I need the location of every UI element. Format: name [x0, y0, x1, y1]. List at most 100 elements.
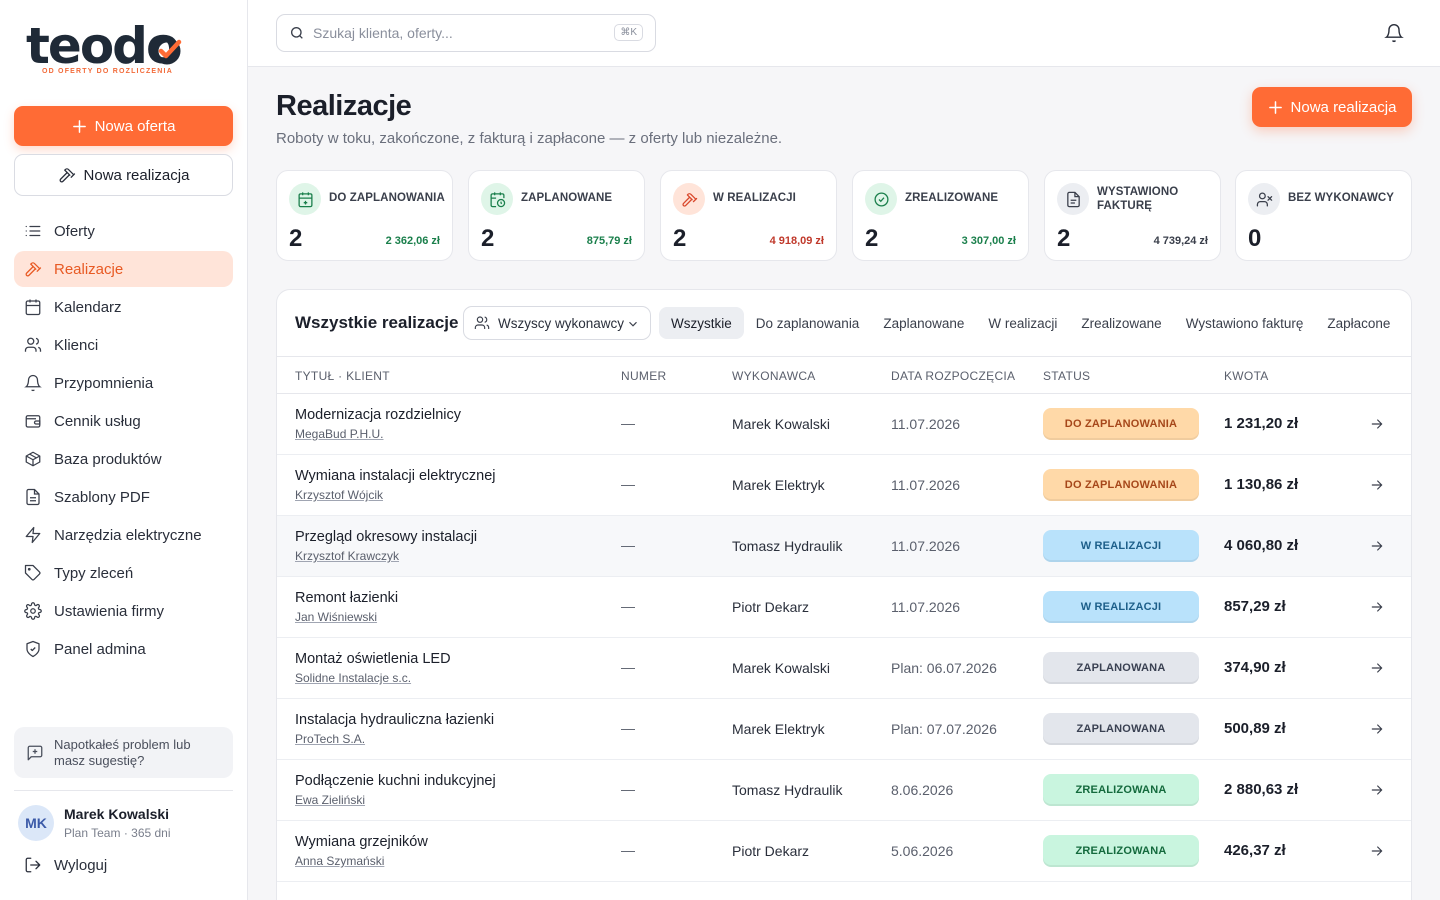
row-executor: Marek Elektryk — [732, 477, 825, 493]
stat-card-invoiced[interactable]: WYSTAWIONO FAKTURĘ 2 4 739,24 zł — [1044, 170, 1221, 261]
status-badge[interactable]: DO ZAPLANOWANIA — [1043, 469, 1199, 501]
topbar: Szukaj klienta, oferty... ⌘K — [248, 0, 1440, 67]
column-status[interactable]: STATUS — [1043, 369, 1090, 383]
row-client-link[interactable]: Krzysztof Krawczyk — [295, 549, 399, 563]
table-row[interactable]: Podłączenie kuchni indukcyjnej Ewa Zieliń… — [277, 760, 1411, 821]
row-client-link[interactable]: Solidne Instalacje s.c. — [295, 671, 411, 685]
stat-amount: 4 918,09 zł — [769, 235, 824, 247]
arrow-right-icon[interactable] — [1369, 721, 1385, 737]
row-title[interactable]: Montaż oświetlenia LED — [295, 651, 451, 667]
table-title: Wszystkie realizacje — [295, 313, 459, 332]
status-badge[interactable]: ZREALIZOWANA — [1043, 835, 1199, 867]
sidebar-item-clients[interactable]: Klienci — [14, 327, 233, 363]
stat-card-in-progress[interactable]: W REALIZACJI 2 4 918,09 zł — [660, 170, 837, 261]
sidebar-item-realizations[interactable]: Realizacje — [14, 251, 233, 287]
search-input[interactable]: Szukaj klienta, oferty... ⌘K — [276, 14, 656, 52]
sidebar-item-offers[interactable]: Oferty — [14, 213, 233, 249]
status-badge[interactable]: ZAPLANOWANA — [1043, 713, 1199, 745]
row-client-link[interactable]: Jan Wiśniewski — [295, 610, 377, 624]
table-row[interactable]: Instalacja hydrauliczna łazienki ProTech … — [277, 699, 1411, 760]
executor-filter-select[interactable]: Wszyscy wykonawcy — [463, 306, 651, 340]
row-number: — — [621, 415, 635, 431]
sidebar: teodo OD OFERTY DO ROZLICZENIA Nowa ofer… — [0, 0, 248, 900]
tab-paid[interactable]: Zapłacone — [1315, 307, 1402, 339]
arrow-right-icon[interactable] — [1369, 477, 1385, 493]
row-title[interactable]: Remont łazienki — [295, 590, 398, 606]
arrow-right-icon[interactable] — [1369, 538, 1385, 554]
sidebar-item-calendar[interactable]: Kalendarz — [14, 289, 233, 325]
status-badge[interactable]: ZREALIZOWANA — [1043, 774, 1199, 806]
row-title[interactable]: Wymiana instalacji elektrycznej — [295, 468, 496, 484]
status-badge[interactable]: DO ZAPLANOWANIA — [1043, 408, 1199, 440]
row-client-link[interactable]: Anna Szymański — [295, 854, 384, 868]
arrow-right-icon[interactable] — [1369, 843, 1385, 859]
row-title[interactable]: Podłączenie kuchni indukcyjnej — [295, 773, 496, 789]
row-client-link[interactable]: ProTech S.A. — [295, 732, 365, 746]
users-icon — [474, 316, 490, 329]
status-badge[interactable]: W REALIZACJI — [1043, 530, 1199, 562]
tab-in-progress[interactable]: W realizacji — [976, 307, 1069, 339]
tab-all[interactable]: Wszystkie — [659, 307, 744, 339]
status-badge[interactable]: ZAPLANOWANA — [1043, 652, 1199, 684]
tab-to-plan[interactable]: Do zaplanowania — [744, 307, 872, 339]
user-x-icon — [1248, 183, 1280, 215]
brand-logo[interactable]: teodo OD OFERTY DO ROZLICZENIA — [26, 20, 186, 78]
zap-icon — [25, 526, 41, 544]
row-start-date: 8.06.2026 — [891, 782, 954, 798]
tab-completed[interactable]: Zrealizowane — [1069, 307, 1173, 339]
sidebar-item-company-settings[interactable]: Ustawienia firmy — [14, 593, 233, 629]
sidebar-item-electric-tools[interactable]: Narzędzia elektryczne — [14, 517, 233, 553]
status-badge[interactable]: W REALIZACJI — [1043, 591, 1199, 623]
row-amount: 1 130,86 zł — [1224, 476, 1299, 493]
sidebar-item-products[interactable]: Baza produktów — [14, 441, 233, 477]
row-client-link[interactable]: Krzysztof Wójcik — [295, 488, 383, 502]
arrow-right-icon[interactable] — [1369, 599, 1385, 615]
stat-card-completed[interactable]: ZREALIZOWANE 2 3 307,00 zł — [852, 170, 1029, 261]
stat-card-planned[interactable]: ZAPLANOWANE 2 875,79 zł — [468, 170, 645, 261]
logout-label: Wyloguj — [54, 856, 108, 874]
arrow-right-icon[interactable] — [1369, 782, 1385, 798]
calendar-plus-icon — [289, 183, 321, 215]
sidebar-item-pdf-templates[interactable]: Szablony PDF — [14, 479, 233, 515]
table-row[interactable]: Montaż oświetlenia LED Solidne Instalacje… — [277, 638, 1411, 699]
stat-label: BEZ WYKONAWCY — [1288, 192, 1395, 204]
box-icon — [25, 451, 41, 467]
tab-invoiced[interactable]: Wystawiono fakturę — [1174, 307, 1316, 339]
sidebar-item-order-types[interactable]: Typy zleceń — [14, 555, 233, 591]
row-title[interactable]: Instalacja hydrauliczna łazienki — [295, 712, 494, 728]
notifications-bell-icon[interactable] — [1384, 23, 1404, 43]
row-client-link[interactable]: Ewa Zieliński — [295, 793, 365, 807]
stat-card-to-plan[interactable]: DO ZAPLANOWANIA 2 2 362,06 zł — [276, 170, 453, 261]
sidebar-item-price-list[interactable]: Cennik usług — [14, 403, 233, 439]
tab-planned[interactable]: Zaplanowane — [871, 307, 976, 339]
sidebar-item-reminders[interactable]: Przypomnienia — [14, 365, 233, 401]
table-row[interactable]: Wymiana instalacji elektrycznej Krzysztof… — [277, 455, 1411, 516]
logo-check-icon — [153, 37, 182, 65]
column-number[interactable]: NUMER — [621, 369, 667, 383]
user-profile[interactable]: MK Marek Kowalski Plan Team · 365 dni — [18, 805, 171, 841]
table-row[interactable]: Wymiana grzejników Anna Szymański — Piotr D… — [277, 821, 1411, 882]
table-row[interactable]: Remont łazienki Jan Wiśniewski — Piotr Deka… — [277, 577, 1411, 638]
stat-card-no-executor[interactable]: BEZ WYKONAWCY 0 — [1235, 170, 1412, 261]
new-realization-button[interactable]: Nowa realizacja — [1252, 87, 1412, 127]
row-amount: 374,90 zł — [1224, 659, 1286, 676]
row-title[interactable]: Wymiana grzejników — [295, 834, 428, 850]
row-title[interactable]: Modernizacja rozdzielnicy — [295, 407, 461, 423]
sidebar-item-admin-panel[interactable]: Panel admina — [14, 631, 233, 667]
hammer-icon — [25, 262, 42, 277]
table-row[interactable]: Przegląd okresowy instalacji Krzysztof Kr… — [277, 516, 1411, 577]
feedback-button[interactable]: Napotkałeś problem lub masz sugestię? — [14, 727, 233, 778]
new-realization-side-button[interactable]: Nowa realizacja — [14, 154, 233, 196]
arrow-right-icon[interactable] — [1369, 660, 1385, 676]
new-offer-button[interactable]: Nowa oferta — [14, 106, 233, 146]
logout-button[interactable]: Wyloguj — [24, 856, 107, 874]
arrow-right-icon[interactable] — [1369, 416, 1385, 432]
column-start-date[interactable]: DATA ROZPOCZĘCIA — [891, 369, 1015, 383]
row-title[interactable]: Przegląd okresowy instalacji — [295, 529, 477, 545]
table-row[interactable]: Modernizacja rozdzielnicy MegaBud P.H.U. —… — [277, 394, 1411, 455]
column-amount[interactable]: KWOTA — [1224, 369, 1269, 383]
column-title[interactable]: TYTUŁ · KLIENT — [295, 369, 390, 383]
column-executor[interactable]: WYKONAWCA — [732, 369, 816, 383]
row-client-link[interactable]: MegaBud P.H.U. — [295, 427, 384, 441]
row-executor: Tomasz Hydraulik — [732, 538, 843, 554]
